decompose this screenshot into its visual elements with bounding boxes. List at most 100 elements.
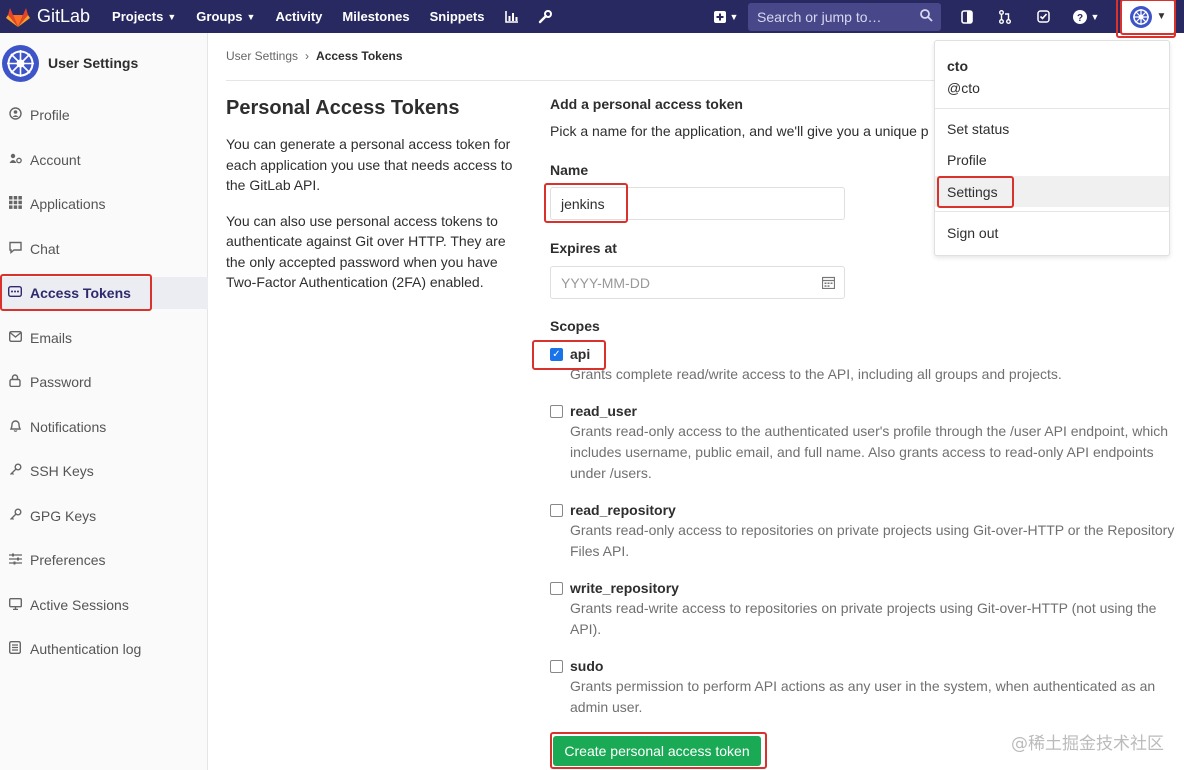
breadcrumb-parent[interactable]: User Settings — [226, 49, 298, 63]
sidebar-item-authentication-log[interactable]: Authentication log — [0, 633, 208, 665]
gitlab-logo[interactable]: GitLab — [6, 6, 90, 28]
profile-icon — [8, 107, 22, 123]
sidebar-item-active-sessions[interactable]: Active Sessions — [0, 589, 208, 621]
chevron-down-icon: ▼ — [1090, 11, 1100, 22]
chevron-right-icon: › — [305, 49, 310, 63]
intro-section: Personal Access Tokens You can generate … — [226, 97, 526, 308]
new-item-button[interactable]: ▼ — [711, 5, 741, 29]
scope-desc: Grants permission to perform API actions… — [570, 678, 1156, 715]
merge-request-icon[interactable] — [993, 5, 1017, 29]
menu-item-sign-out[interactable]: Sign out — [935, 217, 1169, 248]
scope-desc: Grants read-only access to the authentic… — [570, 423, 1169, 481]
sidebar-item-label: Authentication log — [30, 641, 142, 657]
sidebar-item-notifications[interactable]: Notifications — [0, 411, 208, 443]
intro-paragraph-1: You can generate a personal access token… — [226, 136, 513, 193]
sidebar-item-ssh-keys[interactable]: SSH Keys — [0, 455, 208, 487]
sidebar-item-label: Password — [30, 374, 92, 390]
log-icon — [8, 640, 22, 657]
scope-write-repository: write_repository Grants read-write acces… — [550, 580, 1175, 640]
todo-icon[interactable] — [1031, 5, 1055, 29]
expires-field[interactable]: YYYY-MM-DD — [550, 266, 845, 299]
nav-groups[interactable]: Groups ▼ — [196, 9, 255, 24]
read-user-checkbox[interactable] — [550, 404, 563, 418]
scope-desc: Grants complete read/write access to the… — [570, 366, 1062, 382]
sidebar-item-password[interactable]: Password — [0, 366, 208, 398]
calendar-icon[interactable] — [822, 276, 835, 289]
scope-read-user: read_user Grants read-only access to the… — [550, 403, 1175, 484]
account-icon — [8, 152, 22, 168]
highlight-name — [544, 183, 628, 223]
highlight-access-tokens — [0, 274, 152, 311]
sidebar-item-emails[interactable]: Emails — [0, 322, 208, 354]
dropdown-handle: @cto — [947, 80, 980, 96]
sidebar-header[interactable]: User Settings — [0, 33, 207, 93]
lock-icon — [8, 374, 22, 390]
monitor-icon — [8, 597, 22, 613]
divider — [935, 211, 1169, 212]
nav-right: ▼ Search or jump to… ? ▼ ▼ — [704, 0, 1184, 35]
nav-projects[interactable]: Projects ▼ — [112, 9, 176, 24]
sidebar-item-label: Emails — [30, 330, 73, 346]
divider — [935, 108, 1169, 109]
sudo-checkbox[interactable] — [550, 659, 563, 673]
name-label: Name — [550, 162, 589, 178]
gitlab-tanuki-icon — [6, 7, 30, 27]
highlight-settings — [937, 176, 1014, 208]
scopes-label: Scopes — [550, 318, 600, 334]
sidebar-item-label: Profile — [30, 107, 70, 123]
search-input[interactable]: Search or jump to… — [748, 2, 941, 31]
sidebar-item-label: Account — [30, 152, 81, 168]
sidebar-toggle-icon[interactable] — [955, 5, 979, 29]
divider — [226, 80, 936, 81]
sidebar-item-applications[interactable]: Applications — [0, 188, 208, 220]
sidebar-title: User Settings — [48, 55, 139, 71]
highlight-avatar — [1116, 0, 1176, 38]
nav-milestones[interactable]: Milestones — [342, 9, 409, 24]
scope-name: read_repository — [570, 502, 676, 518]
search-placeholder: Search or jump to… — [757, 8, 882, 25]
nav-groups-label: Groups — [196, 9, 243, 24]
chevron-down-icon: ▼ — [167, 11, 177, 22]
brand-name: GitLab — [37, 6, 91, 26]
sidebar-item-label: Active Sessions — [30, 597, 129, 613]
scope-desc: Grants read-only access to repositories … — [570, 522, 1175, 559]
page-title: Personal Access Tokens — [226, 97, 460, 119]
scope-sudo: sudo Grants permission to perform API ac… — [550, 658, 1175, 718]
key-icon — [8, 508, 22, 524]
settings-sidebar: User Settings Profile Account Applications… — [0, 33, 208, 770]
help-button[interactable]: ? ▼ — [1069, 5, 1103, 29]
chevron-down-icon: ▼ — [246, 11, 256, 22]
avatar — [2, 44, 39, 82]
sidebar-item-account[interactable]: Account — [0, 144, 208, 176]
sidebar-item-label: SSH Keys — [30, 463, 94, 479]
nav-projects-label: Projects — [112, 9, 164, 24]
write-repository-checkbox[interactable] — [550, 581, 563, 595]
chart-icon[interactable] — [504, 9, 518, 24]
scope-read-repository: read_repository Grants read-only access … — [550, 502, 1175, 562]
breadcrumb: User Settings › Access Tokens — [226, 49, 403, 63]
scope-name: write_repository — [570, 580, 679, 596]
nav-activity[interactable]: Activity — [275, 9, 322, 24]
menu-item-set-status[interactable]: Set status — [935, 113, 1169, 144]
sliders-icon — [8, 553, 22, 568]
sidebar-item-label: Chat — [30, 241, 60, 257]
nav-snippets[interactable]: Snippets — [430, 9, 485, 24]
chevron-down-icon: ▼ — [729, 11, 739, 22]
menu-item-profile[interactable]: Profile — [935, 144, 1169, 175]
sidebar-item-chat[interactable]: Chat — [0, 233, 208, 265]
sidebar-item-preferences[interactable]: Preferences — [0, 544, 208, 576]
search-icon[interactable] — [920, 8, 933, 22]
chat-icon — [8, 241, 22, 257]
scope-api: ✓ api Grants complete read/write access t… — [550, 346, 1175, 385]
sidebar-item-profile[interactable]: Profile — [0, 99, 208, 131]
sidebar-item-label: GPG Keys — [30, 508, 97, 524]
highlight-create-button — [550, 732, 767, 769]
breadcrumb-current[interactable]: Access Tokens — [316, 49, 403, 63]
read-repository-checkbox[interactable] — [550, 503, 563, 517]
user-dropdown-menu: cto @cto Set status Profile Settings Sig… — [934, 40, 1170, 256]
sidebar-item-gpg-keys[interactable]: GPG Keys — [0, 500, 208, 532]
scope-desc: Grants read-write access to repositories… — [570, 600, 1157, 637]
wrench-icon[interactable] — [538, 9, 552, 24]
dropdown-username: cto — [947, 58, 968, 74]
scope-name: sudo — [570, 658, 604, 674]
